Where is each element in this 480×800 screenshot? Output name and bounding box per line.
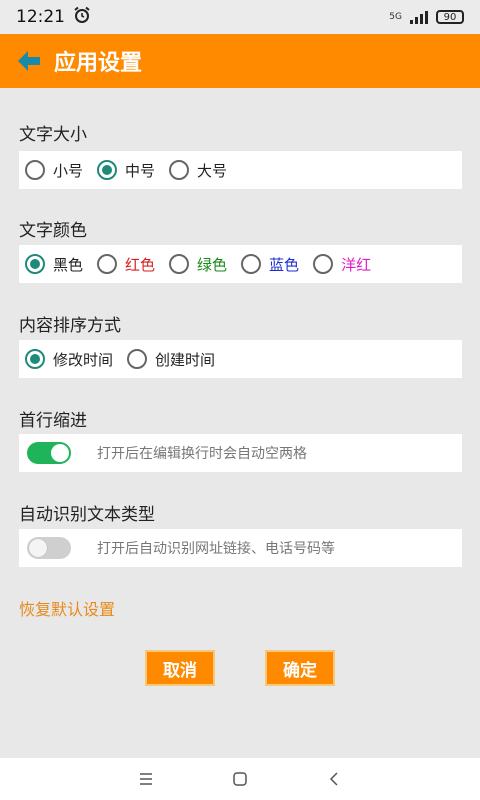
option-label: 中号 [125, 161, 156, 180]
radio-button-checked[interactable] [97, 160, 118, 180]
radio-button[interactable] [169, 254, 190, 274]
font-size-options: 小号 中号 大号 [19, 151, 462, 189]
radio-option-red[interactable]: 红色 [97, 254, 155, 275]
radio-button[interactable] [169, 160, 190, 180]
section-title-auto-detect: 自动识别文本类型 [19, 505, 155, 525]
radio-button[interactable] [97, 254, 118, 274]
confirm-button[interactable]: 确定 [265, 650, 335, 686]
auto-detect-toggle[interactable] [27, 537, 71, 559]
back-icon[interactable] [322, 767, 346, 791]
radio-option-blue[interactable]: 蓝色 [241, 254, 299, 275]
menu-icon[interactable] [134, 767, 158, 791]
sort-options: 修改时间 创建时间 [19, 340, 462, 378]
option-label: 红色 [125, 255, 156, 274]
font-color-options: 黑色 红色 绿色 蓝色 洋红 [19, 245, 462, 283]
app-header: 应用设置 [0, 34, 480, 88]
radio-option-black[interactable]: 黑色 [25, 254, 83, 275]
option-label: 黑色 [53, 255, 84, 274]
auto-detect-setting: 打开后自动识别网址链接、电话号码等 [19, 529, 462, 567]
radio-option-small[interactable]: 小号 [25, 160, 83, 181]
status-time: 12:21 [16, 7, 65, 27]
status-bar: 12:21 5G 90 [0, 0, 480, 34]
battery-icon: 90 [436, 10, 464, 24]
indent-toggle[interactable] [27, 442, 71, 464]
alarm-icon [73, 6, 91, 29]
radio-option-large[interactable]: 大号 [169, 160, 227, 181]
radio-option-created-time[interactable]: 创建时间 [127, 349, 215, 370]
indent-setting: 打开后在编辑换行时会自动空两格 [19, 434, 462, 472]
radio-option-green[interactable]: 绿色 [169, 254, 227, 275]
section-title-font-size: 文字大小 [19, 125, 87, 145]
option-label: 修改时间 [53, 350, 114, 369]
cancel-button[interactable]: 取消 [145, 650, 215, 686]
back-arrow-icon[interactable] [14, 46, 44, 76]
radio-button[interactable] [313, 254, 334, 274]
radio-button[interactable] [25, 160, 45, 180]
radio-button[interactable] [241, 254, 262, 274]
network-label: 5G [389, 11, 402, 22]
signal-icon [410, 10, 428, 24]
radio-button-checked[interactable] [25, 349, 45, 369]
radio-button-checked[interactable] [25, 254, 45, 274]
section-title-indent: 首行缩进 [19, 411, 87, 431]
system-nav-bar [0, 758, 480, 800]
option-label: 大号 [197, 161, 228, 180]
radio-button[interactable] [127, 349, 148, 369]
option-label: 创建时间 [155, 350, 216, 369]
option-label: 洋红 [341, 255, 372, 274]
battery-level: 90 [443, 11, 457, 23]
option-label: 小号 [53, 161, 84, 180]
restore-defaults-link[interactable]: 恢复默认设置 [19, 596, 115, 620]
option-label: 绿色 [197, 255, 228, 274]
section-title-sort: 内容排序方式 [19, 316, 121, 336]
radio-option-modified-time[interactable]: 修改时间 [25, 349, 113, 370]
home-icon[interactable] [228, 767, 252, 791]
option-label: 蓝色 [269, 255, 300, 274]
auto-detect-hint: 打开后自动识别网址链接、电话号码等 [97, 541, 335, 557]
radio-option-magenta[interactable]: 洋红 [313, 254, 371, 275]
section-title-font-color: 文字颜色 [19, 221, 87, 241]
page-title: 应用设置 [54, 51, 143, 76]
indent-hint: 打开后在编辑换行时会自动空两格 [97, 446, 307, 462]
radio-option-medium[interactable]: 中号 [97, 160, 155, 181]
